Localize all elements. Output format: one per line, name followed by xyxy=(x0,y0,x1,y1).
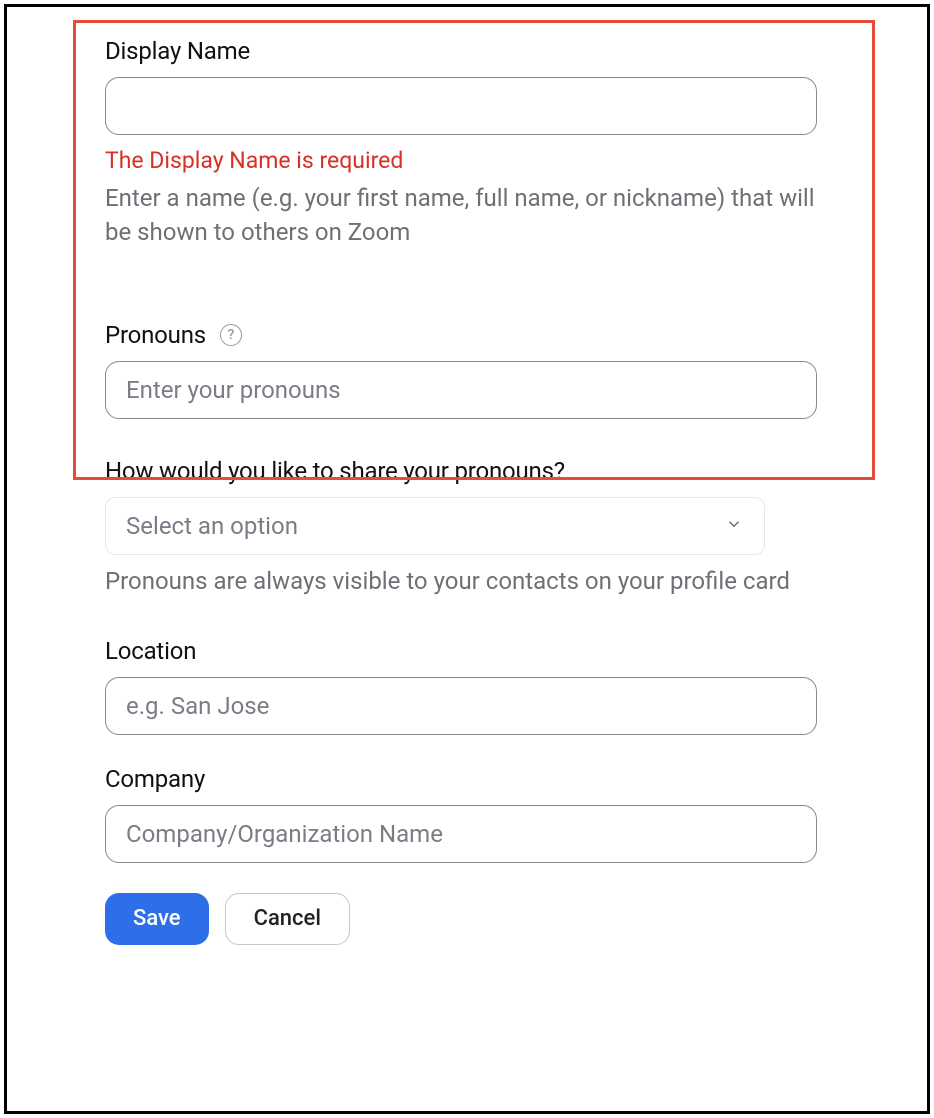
pronouns-share-select[interactable]: Select an option xyxy=(105,497,765,555)
profile-form: Display Name The Display Name is require… xyxy=(7,7,927,945)
company-label: Company xyxy=(105,765,205,793)
display-name-label: Display Name xyxy=(105,37,250,65)
company-group: Company xyxy=(105,765,817,863)
display-name-help: Enter a name (e.g. your first name, full… xyxy=(105,182,817,249)
help-icon[interactable]: ? xyxy=(220,324,242,346)
pronouns-input[interactable] xyxy=(105,361,817,419)
pronouns-label: Pronouns xyxy=(105,321,206,349)
pronouns-share-placeholder: Select an option xyxy=(126,512,298,540)
pronouns-group: Pronouns ? xyxy=(105,321,817,419)
cancel-button[interactable]: Cancel xyxy=(225,893,350,945)
display-name-group: Display Name The Display Name is require… xyxy=(105,37,817,249)
form-panel: Display Name The Display Name is require… xyxy=(4,4,930,1114)
display-name-input[interactable] xyxy=(105,77,817,135)
button-row: Save Cancel xyxy=(105,893,817,945)
location-label: Location xyxy=(105,637,196,665)
save-button[interactable]: Save xyxy=(105,893,209,945)
pronouns-share-group: How would you like to share your pronoun… xyxy=(105,457,817,599)
display-name-error: The Display Name is required xyxy=(105,147,817,174)
company-input[interactable] xyxy=(105,805,817,863)
pronouns-share-label: How would you like to share your pronoun… xyxy=(105,457,565,485)
location-group: Location xyxy=(105,637,817,735)
location-input[interactable] xyxy=(105,677,817,735)
pronouns-share-help: Pronouns are always visible to your cont… xyxy=(105,565,817,599)
